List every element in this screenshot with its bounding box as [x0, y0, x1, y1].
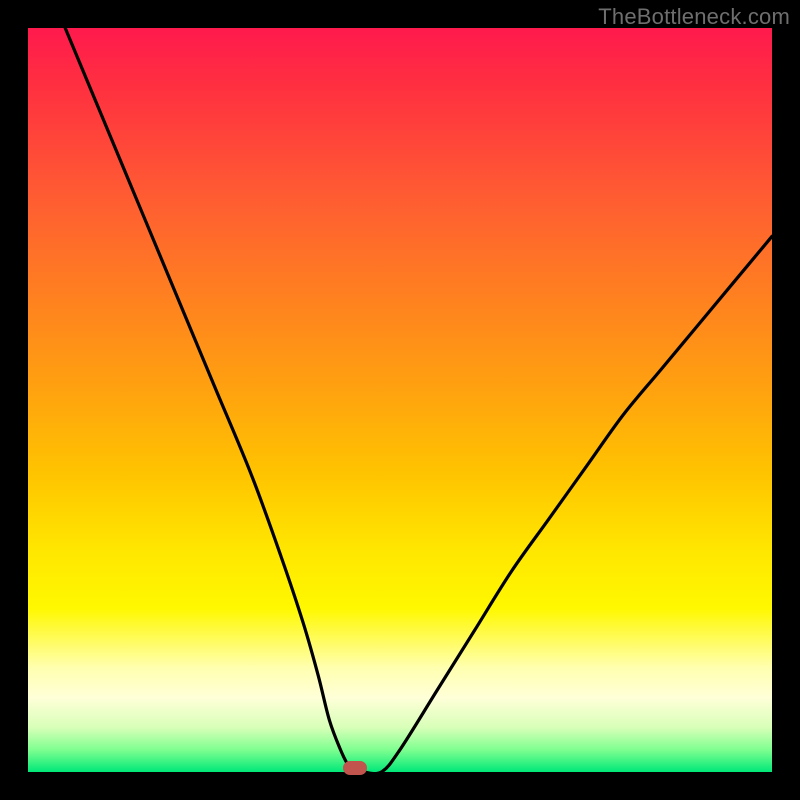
- plot-area: [28, 28, 772, 772]
- minimum-marker: [343, 761, 367, 775]
- curve-svg: [28, 28, 772, 772]
- bottleneck-curve-path: [65, 28, 772, 772]
- watermark-text: TheBottleneck.com: [598, 4, 790, 30]
- chart-frame: TheBottleneck.com: [0, 0, 800, 800]
